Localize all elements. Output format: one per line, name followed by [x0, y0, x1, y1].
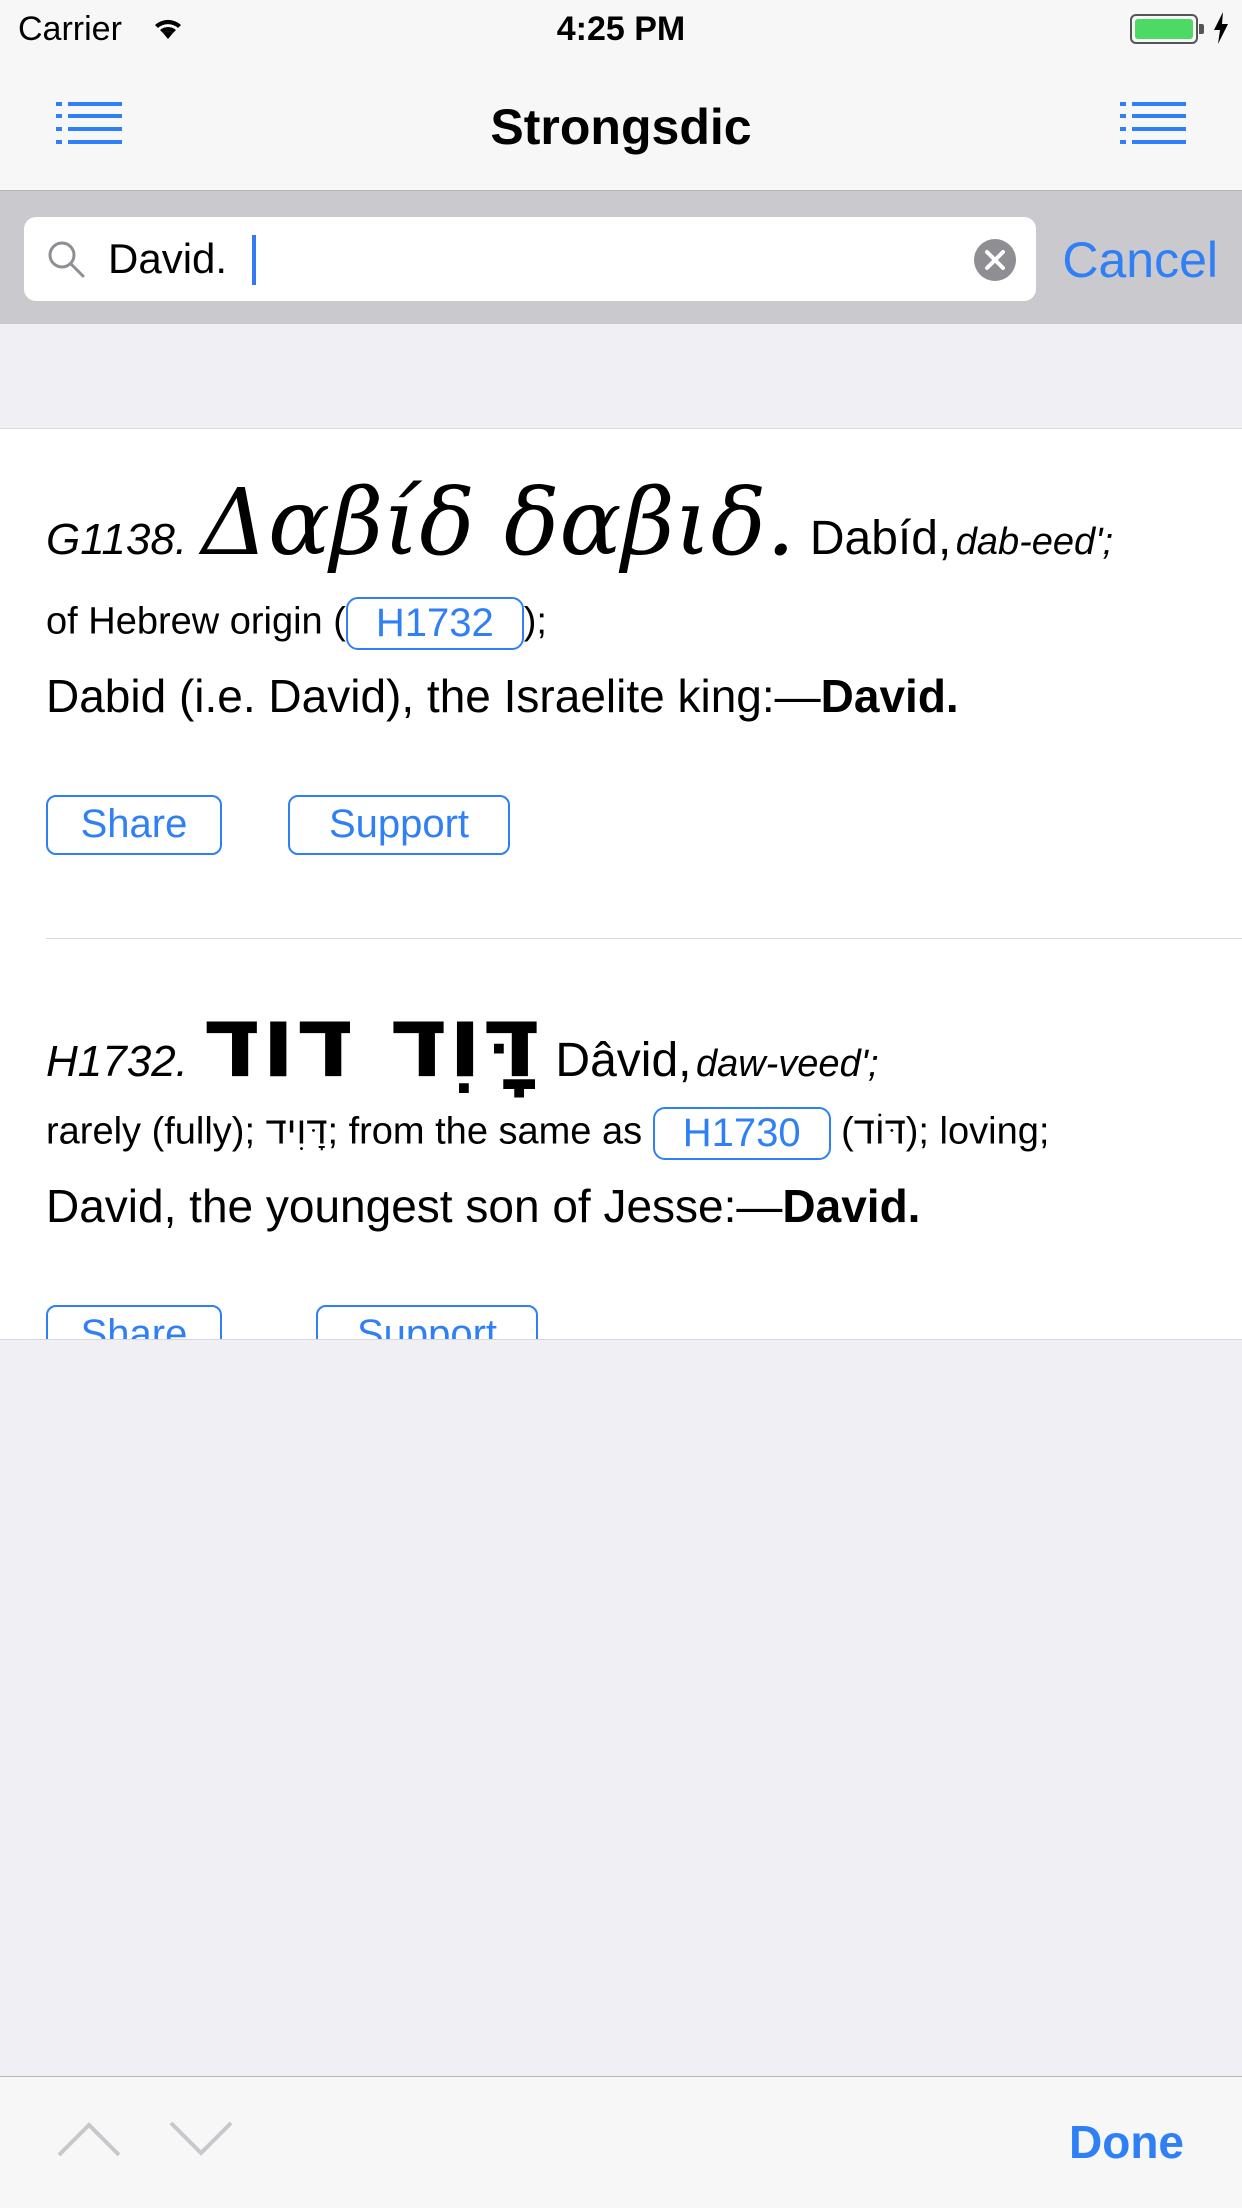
bottom-toolbar: Done: [0, 2076, 1242, 2208]
entry-code: H1732.: [46, 1037, 188, 1086]
next-result-button[interactable]: [168, 2119, 234, 2164]
chevron-up-icon: [57, 2122, 121, 2157]
done-button[interactable]: Done: [1069, 2115, 1184, 2169]
search-bar: Cancel: [0, 190, 1242, 324]
definition-text: Dabid (i.e. David), the Israelite king:—: [46, 670, 821, 722]
origin-prefix: rarely (fully); דָּוִיד; from the same a…: [46, 1110, 653, 1153]
right-list-menu-button[interactable]: [1120, 100, 1186, 146]
support-button[interactable]: Support: [288, 795, 510, 855]
entry-code: G1138.: [46, 515, 188, 564]
charging-bolt-icon: [1212, 12, 1230, 53]
entry-header: H1732. דָּוִד דוד Dâvid, daw-veed';: [46, 983, 879, 1100]
origin-prefix: of Hebrew origin (: [46, 600, 346, 643]
entry-definition: Dabid (i.e. David), the Israelite king:—…: [46, 669, 959, 723]
origin-suffix: );: [523, 600, 547, 643]
search-input[interactable]: [108, 227, 968, 291]
entry-pronunciation: dab-eed';: [955, 521, 1114, 563]
entry-definition: David, the youngest son of Jesse:—David.: [46, 1179, 920, 1233]
cancel-button[interactable]: Cancel: [1062, 231, 1218, 289]
entry-origin: of Hebrew origin (H1732);: [46, 597, 547, 650]
share-button[interactable]: Share: [46, 1305, 222, 1339]
definition-text: David, the youngest son of Jesse:—: [46, 1180, 783, 1232]
definition-bold: David.: [782, 1180, 921, 1232]
screen: Carrier 4:25 PM Strongsdic David. Cancel…: [0, 0, 1242, 2208]
search-icon: [46, 239, 86, 284]
origin-suffix: (דּוֹד); loving;: [830, 1110, 1050, 1153]
results-list: G1138. Δαβίδ δαβιδ. Dabíd, dab-eed'; of …: [0, 428, 1242, 1340]
chevron-down-icon: [169, 2121, 233, 2156]
reference-link-button[interactable]: H1730: [652, 1107, 831, 1160]
entry-lemma: דָּוִד דוד: [202, 983, 541, 1100]
status-bar: Carrier 4:25 PM: [0, 0, 1242, 60]
definition-bold: David.: [820, 670, 959, 722]
entry-divider: [46, 938, 1242, 939]
list-menu-icon: [1120, 102, 1186, 144]
share-button[interactable]: Share: [46, 795, 222, 855]
entry-lemma: Δαβίδ δαβιδ.: [201, 469, 796, 576]
reference-link-button[interactable]: H1732: [345, 597, 524, 650]
status-time: 4:25 PM: [556, 10, 686, 48]
page-title: Strongsdic: [490, 99, 752, 155]
entry-transliteration: Dâvid,: [555, 1034, 692, 1087]
previous-result-button[interactable]: [56, 2119, 122, 2164]
search-field[interactable]: [24, 217, 1036, 301]
entry-origin: rarely (fully); דָּוִיד; from the same a…: [46, 1107, 1049, 1160]
battery-icon: [1130, 14, 1204, 44]
entry-pronunciation: daw-veed';: [695, 1043, 879, 1085]
clear-search-icon[interactable]: [974, 239, 1016, 286]
navigation-bar: Strongsdic: [0, 60, 1242, 190]
entry-header: G1138. Δαβίδ δαβιδ. Dabíd, dab-eed';: [46, 469, 1113, 576]
entry-transliteration: Dabíd,: [809, 512, 952, 565]
text-caret: [252, 235, 256, 285]
support-button[interactable]: Support: [316, 1305, 538, 1339]
